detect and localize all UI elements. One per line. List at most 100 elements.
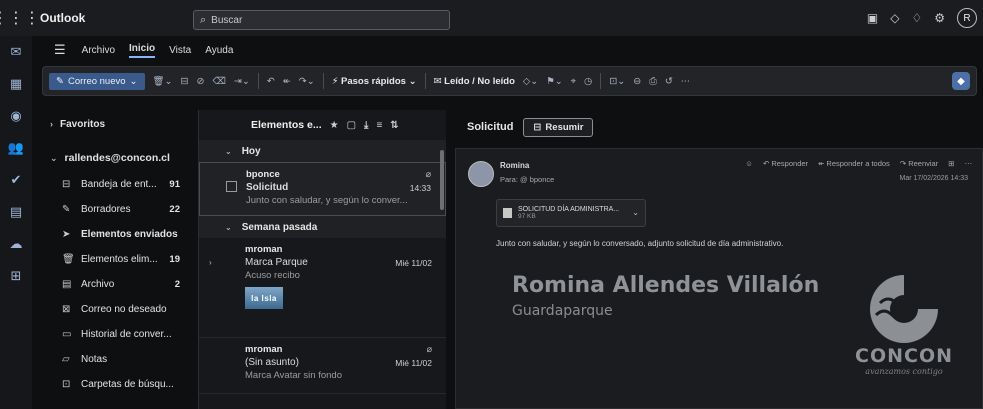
more-icon[interactable]: ⋯: [681, 76, 691, 87]
folder-sent[interactable]: ➤ Elementos enviados: [42, 222, 190, 247]
archive-icon: ▤: [62, 279, 72, 290]
grid-icon[interactable]: ⊞: [948, 159, 954, 168]
list-item[interactable]: bponce Solicitud Junto con saludar, y se…: [199, 162, 446, 216]
settings-icon[interactable]: ⚙: [934, 11, 945, 25]
tab-ayuda[interactable]: Ayuda: [205, 45, 233, 56]
filter-icon[interactable]: ≡: [376, 120, 382, 131]
chevron-down-icon: ⌄: [225, 222, 232, 232]
folder-inbox[interactable]: ⊟ Bandeja de ent... 91: [42, 172, 190, 197]
delete-icon[interactable]: 🗑⌄: [153, 76, 173, 87]
pin-icon[interactable]: ⌖: [571, 76, 576, 87]
search-box[interactable]: ⌕ Buscar: [193, 10, 450, 30]
folder-count: 91: [169, 179, 180, 190]
immersive-reader-icon[interactable]: ⊖: [633, 76, 641, 87]
select-checkbox[interactable]: [226, 181, 237, 192]
reply-icon[interactable]: ↶: [267, 76, 275, 87]
summarize-icon: ⊟: [533, 121, 542, 133]
folder-label: Notas: [81, 354, 108, 365]
calendar-icon[interactable]: ▦: [0, 68, 32, 100]
folder-label: Borradores: [81, 204, 131, 215]
folder-history[interactable]: ▭ Historial de conver...: [42, 322, 190, 347]
report-icon[interactable]: ⊘: [197, 76, 205, 87]
app-launcher-icon[interactable]: ⋮⋮⋮: [0, 0, 40, 36]
document-icon: [503, 208, 512, 218]
message-preview: Marca Avatar sin fondo: [245, 370, 342, 381]
top-icons: ▣ ◇ ♢ ⚙ R: [867, 8, 977, 28]
reply-all-icon[interactable]: ↞: [283, 76, 291, 87]
feedback-icon[interactable]: ◇: [890, 11, 899, 25]
react-icon[interactable]: ☺: [745, 159, 753, 168]
list-item[interactable]: › mroman Marca Parque Acuso recibo la Is…: [199, 238, 446, 338]
list-item[interactable]: mroman (Sin asunto) Marca Avatar sin fon…: [199, 338, 446, 394]
chevron-down-icon: ⌄: [129, 75, 138, 87]
sender-avatar[interactable]: [468, 161, 494, 187]
word-icon[interactable]: ▤: [0, 196, 32, 228]
people-icon[interactable]: 👥: [0, 132, 32, 164]
email-from[interactable]: Romina: [500, 161, 529, 170]
folder-deleted[interactable]: 🗑 Elementos elim... 19: [42, 247, 190, 272]
search-icon: ⌕: [200, 13, 207, 26]
group-header[interactable]: ⌄ Semana pasada: [199, 216, 446, 238]
account-header[interactable]: ⌄ rallendes@concon.cl: [42, 144, 190, 172]
folder-notes[interactable]: ▱ Notas: [42, 347, 190, 372]
quick-steps-button[interactable]: ⚡ Pasos rápidos ⌄: [332, 76, 417, 87]
tab-inicio[interactable]: Inicio: [129, 43, 156, 58]
group-header[interactable]: ⌄ Hoy: [199, 140, 446, 162]
trash-icon: 🗑: [62, 254, 75, 265]
print-icon[interactable]: ⎙: [649, 76, 657, 87]
group-label: Hoy: [241, 145, 261, 157]
todo-icon[interactable]: ✔: [0, 164, 32, 196]
copy-icon[interactable]: ▢: [347, 120, 356, 131]
more-actions-icon[interactable]: ⋯: [965, 159, 973, 168]
ribbon: ✎ Correo nuevo ⌄ 🗑⌄ ⊟ ⊘ ⌫ ⇥⌄ ↶ ↞ ↷⌄ ⚡ Pa…: [42, 66, 977, 96]
chevron-down-icon[interactable]: ⌄: [632, 208, 639, 217]
teams-icon[interactable]: ▣: [867, 11, 878, 25]
new-mail-button[interactable]: ✎ Correo nuevo ⌄: [49, 72, 145, 90]
chevron-right-icon[interactable]: ›: [209, 258, 212, 267]
archive-ribbon-icon[interactable]: ⊟: [181, 76, 189, 87]
folder-drafts[interactable]: ✎ Borradores 22: [42, 197, 190, 222]
concon-logo: CONCON avanzamos contigo: [854, 269, 954, 389]
folder-count: 19: [169, 254, 180, 265]
favorites-header[interactable]: › Favoritos: [42, 110, 190, 138]
scrollbar[interactable]: [440, 150, 444, 210]
reply-button[interactable]: ↶ Responder: [763, 159, 808, 168]
forward-button[interactable]: ↷ Reenviar: [900, 159, 938, 168]
reply-all-button[interactable]: ↞ Responder a todos: [818, 159, 890, 168]
attachment-name: SOLICITUD DÍA ADMINISTRA...: [518, 206, 620, 213]
attachment-thumbnail[interactable]: la Isla: [245, 287, 283, 309]
email-card: Romina Para: @ bponce ☺ ↶ Responder ↞ Re…: [455, 148, 983, 409]
tab-vista[interactable]: Vista: [169, 45, 191, 56]
tab-archivo[interactable]: Archivo: [82, 45, 115, 56]
forward-icon[interactable]: ↷⌄: [299, 76, 315, 87]
hamburger-icon[interactable]: ☰: [54, 42, 66, 58]
move-icon[interactable]: ⇥⌄: [234, 76, 250, 87]
jump-icon[interactable]: ⤓: [364, 120, 368, 131]
flag-icon[interactable]: ⚑⌄: [546, 76, 562, 87]
message-sender: bponce: [246, 169, 280, 180]
menu-bar: ☰ Archivo Inicio Vista Ayuda: [32, 38, 983, 62]
folder-label: Carpetas de búsqu...: [81, 379, 174, 390]
account-avatar[interactable]: R: [957, 8, 977, 28]
app-rail: ✉ ▦ ◉ 👥 ✔ ▤ ☁ ⊞: [0, 36, 32, 409]
copilot-icon[interactable]: ◆: [952, 72, 970, 90]
apps-icon[interactable]: ⊞: [0, 260, 32, 292]
folder-search[interactable]: ⊡ Carpetas de búsqu...: [42, 372, 190, 397]
sort-icon[interactable]: ⇅: [390, 120, 398, 131]
policy-icon[interactable]: ⊡⌄: [609, 76, 625, 87]
attachment-card[interactable]: SOLICITUD DÍA ADMINISTRA... 97 KB ⌄: [496, 199, 646, 227]
logo-title: CONCON: [855, 345, 953, 367]
mail-icon[interactable]: ✉: [0, 36, 32, 68]
tag-icon[interactable]: ◇⌄: [523, 76, 538, 87]
copilot-rail-icon[interactable]: ◉: [0, 100, 32, 132]
read-unread-button[interactable]: ✉ Leído / No leído: [434, 76, 515, 87]
sweep-icon[interactable]: ⌫: [212, 76, 225, 87]
star-icon[interactable]: ★: [330, 120, 339, 131]
undo-icon[interactable]: ↺: [665, 76, 673, 87]
onedrive-icon[interactable]: ☁: [0, 228, 32, 260]
notification-icon[interactable]: ♢: [911, 11, 922, 25]
folder-junk[interactable]: ⊠ Correo no deseado: [42, 297, 190, 322]
snooze-icon[interactable]: ◷: [584, 76, 592, 87]
folder-archive[interactable]: ▤ Archivo 2: [42, 272, 190, 297]
summarize-button[interactable]: ⊟ Resumir: [523, 117, 594, 137]
